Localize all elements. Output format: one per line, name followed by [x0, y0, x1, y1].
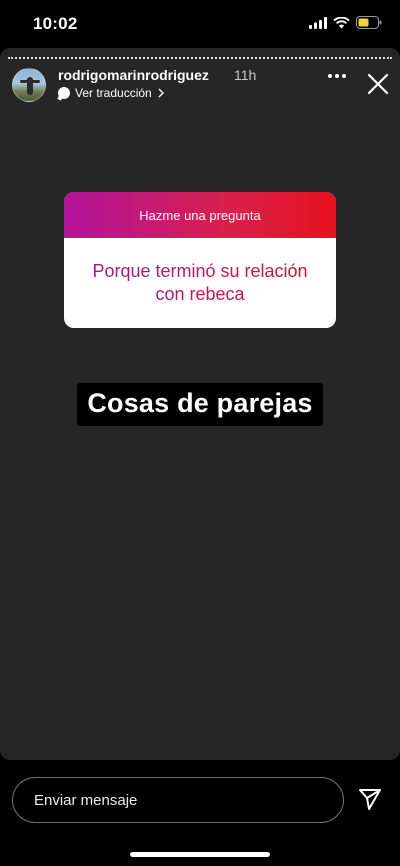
story-progress-bar — [8, 57, 392, 59]
status-bar: 10:02 — [0, 0, 400, 48]
status-time: 10:02 — [33, 14, 78, 33]
question-sticker-title: Hazme una pregunta — [64, 192, 336, 238]
battery-icon — [356, 16, 382, 29]
signal-icon — [309, 16, 327, 29]
dot-icon — [335, 74, 339, 78]
story-username[interactable]: rodrigomarinrodriguez — [58, 67, 209, 83]
close-icon[interactable] — [366, 72, 390, 96]
story-time-ago: 11h — [234, 67, 257, 83]
question-sticker-body: Porque terminó su relación con rebeca — [64, 238, 336, 328]
question-sticker-text: Porque terminó su relación con rebeca — [88, 260, 312, 306]
question-sticker[interactable]: Hazme una pregunta Porque terminó su rel… — [64, 192, 336, 328]
speech-bubble-icon — [58, 87, 70, 99]
message-input[interactable]: Enviar mensaje — [12, 777, 344, 823]
see-translation-link[interactable]: Ver traducción — [58, 86, 165, 100]
send-icon[interactable] — [357, 787, 383, 813]
wifi-icon — [333, 16, 350, 28]
more-options-button[interactable] — [328, 74, 346, 78]
story-view[interactable]: rodrigomarinrodriguez 11h Ver traducción… — [0, 48, 400, 760]
avatar[interactable] — [12, 68, 46, 102]
chevron-right-icon — [158, 88, 164, 98]
home-indicator[interactable] — [130, 852, 270, 857]
message-input-placeholder: Enviar mensaje — [34, 792, 138, 809]
story-caption: Cosas de parejas — [77, 383, 323, 426]
dot-icon — [328, 74, 332, 78]
status-icons — [309, 16, 382, 29]
story-caption-wrap: Cosas de parejas — [0, 383, 400, 426]
story-header: rodrigomarinrodriguez 11h Ver traducción — [12, 66, 390, 106]
dot-icon — [342, 74, 346, 78]
see-translation-label: Ver traducción — [75, 86, 152, 100]
